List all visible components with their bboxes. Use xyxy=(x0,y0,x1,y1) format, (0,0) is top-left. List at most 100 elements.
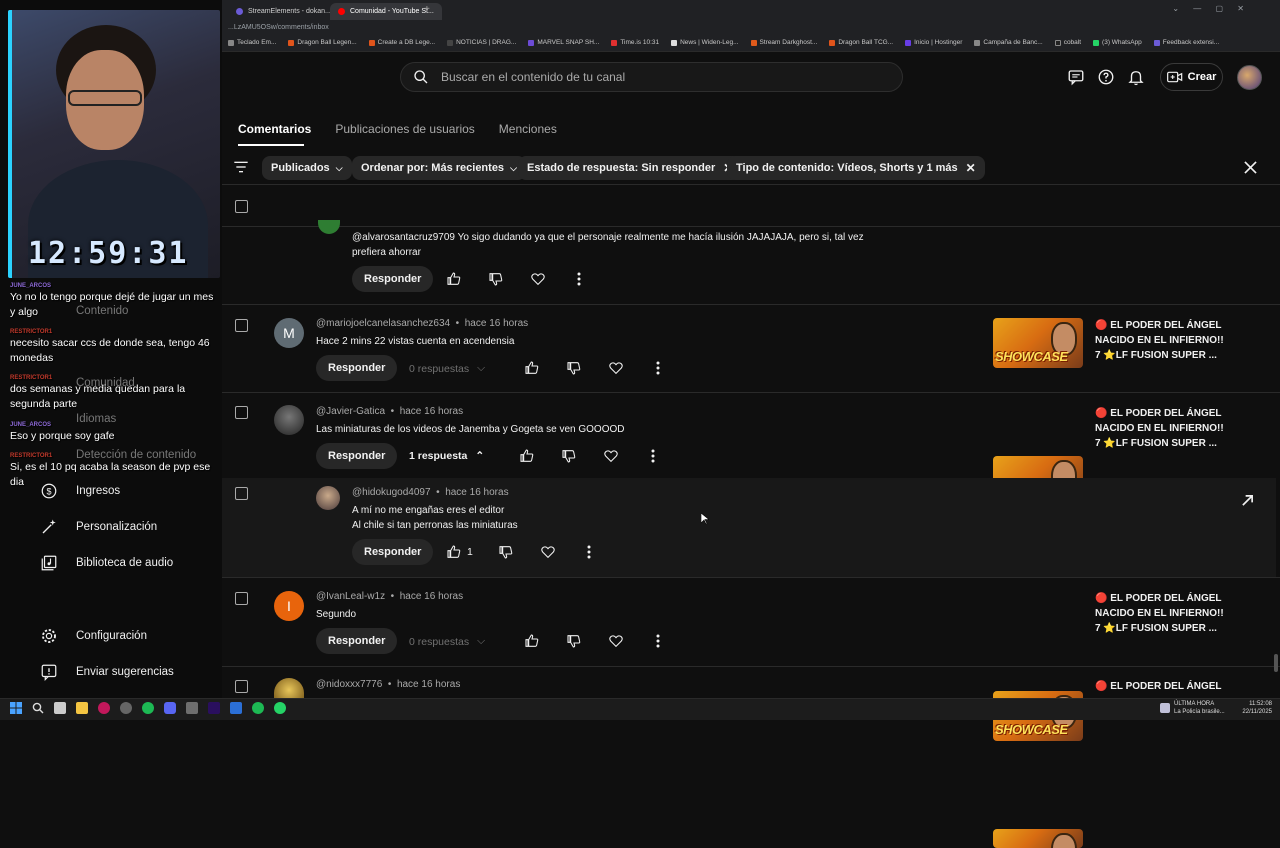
comment-checkbox[interactable] xyxy=(235,680,248,693)
scrollbar[interactable] xyxy=(1274,654,1278,672)
file-explorer-icon[interactable] xyxy=(76,702,88,714)
bookmark-item[interactable]: Stream Darkghost... xyxy=(750,39,817,46)
like-icon[interactable] xyxy=(446,544,462,560)
heart-icon[interactable] xyxy=(540,544,556,560)
bookmark-item[interactable]: Feedback extensi... xyxy=(1153,39,1219,46)
help-icon[interactable] xyxy=(1097,68,1115,86)
dislike-icon[interactable] xyxy=(498,544,514,560)
heart-icon[interactable] xyxy=(603,448,619,464)
like-icon[interactable] xyxy=(524,633,540,649)
close-icon[interactable]: ✕ xyxy=(966,161,976,175)
whatsapp-icon[interactable] xyxy=(274,702,286,714)
more-options-icon[interactable] xyxy=(650,449,656,463)
bookmark-item[interactable]: MARVEL SNAP SH... xyxy=(528,39,599,46)
comment-author[interactable]: @nidoxxx7776 xyxy=(316,679,382,690)
comment-checkbox[interactable] xyxy=(235,406,248,419)
obs-icon[interactable] xyxy=(120,702,132,714)
comment-checkbox[interactable] xyxy=(235,592,248,605)
comment-author[interactable]: @hidokugod4097 xyxy=(352,487,431,498)
bookmark-item[interactable]: Time.is 10:31 xyxy=(611,39,659,46)
video-thumbnail[interactable]: SHOWCASE xyxy=(993,318,1083,368)
video-title[interactable]: 🔴 EL PODER DEL ÁNGEL NACIDO EN EL INFIERN… xyxy=(1095,591,1225,636)
tab-comentarios[interactable]: Comentarios xyxy=(238,122,311,136)
sidebar-item-biblioteca-audio[interactable]: Biblioteca de audio xyxy=(40,554,173,572)
more-options-icon[interactable] xyxy=(655,361,661,375)
dislike-icon[interactable] xyxy=(488,271,504,287)
open-external-arrow-icon[interactable] xyxy=(1241,494,1254,507)
comment-author[interactable]: @IvanLeal-w1z xyxy=(316,591,385,602)
system-clock[interactable]: 11:52:08 22/11/2025 xyxy=(1238,700,1272,716)
bookmark-item[interactable]: NOTICIAS | DRAG... xyxy=(447,39,516,46)
windows-start-icon[interactable] xyxy=(10,702,22,714)
new-tab-button[interactable]: + xyxy=(424,4,430,15)
like-icon[interactable] xyxy=(446,271,462,287)
like-icon[interactable] xyxy=(519,448,535,464)
bookmark-item[interactable]: Dragon Ball Legen... xyxy=(288,39,357,46)
heart-icon[interactable] xyxy=(530,271,546,287)
like-icon[interactable] xyxy=(524,360,540,376)
reply-button[interactable]: Responder xyxy=(352,539,434,565)
discord-icon[interactable] xyxy=(164,702,176,714)
task-view-icon[interactable] xyxy=(54,702,66,714)
bookmark-item[interactable]: cobalt xyxy=(1054,39,1081,46)
replies-toggle[interactable]: 0 respuestas ⌵ xyxy=(409,362,485,375)
bookmark-item[interactable]: Teclado Em... xyxy=(228,39,276,46)
news-widget[interactable]: ÚLTIMA HORA La Policía brasile... xyxy=(1174,700,1225,716)
comment-author[interactable]: @mariojoelcanelasanchez634 xyxy=(316,318,450,329)
app-icon[interactable] xyxy=(186,702,198,714)
filter-chip-content-type[interactable]: Tipo de contenido: Vídeos, Shorts y 1 má… xyxy=(727,156,985,180)
filter-chip-publicados[interactable]: Publicados ⌵ xyxy=(262,156,352,180)
app-icon[interactable] xyxy=(230,702,242,714)
more-options-icon[interactable] xyxy=(576,272,582,286)
tab-publicaciones[interactable]: Publicaciones de usuarios xyxy=(335,122,474,136)
video-title[interactable]: 🔴 EL PODER DEL ÁNGEL xyxy=(1095,679,1225,694)
bookmark-item[interactable]: Dragon Ball TCG... xyxy=(829,39,893,46)
bookmark-item[interactable]: (3) WhatsApp xyxy=(1093,39,1142,46)
spotify-icon[interactable] xyxy=(142,702,154,714)
reply-button[interactable]: Responder xyxy=(352,266,434,292)
search-input[interactable]: Buscar en el contenido de tu canal xyxy=(400,62,903,92)
app-icon[interactable] xyxy=(252,702,264,714)
sidebar-item-ingresos[interactable]: $ Ingresos xyxy=(40,482,120,500)
clear-filters-close-icon[interactable] xyxy=(1244,161,1257,174)
tab-menciones[interactable]: Menciones xyxy=(499,122,557,136)
dislike-icon[interactable] xyxy=(566,633,582,649)
bell-icon[interactable] xyxy=(1127,68,1145,86)
filter-chip-sort[interactable]: Ordenar por: Más recientes ⌵ xyxy=(352,156,526,180)
address-bar[interactable]: ...LzAMU5OSw/comments/inbox xyxy=(222,22,1280,34)
message-icon[interactable] xyxy=(1067,68,1085,86)
bookmark-item[interactable]: News | Widen-Leg... xyxy=(671,39,739,46)
opera-icon[interactable] xyxy=(98,702,110,714)
dislike-icon[interactable] xyxy=(561,448,577,464)
select-all-checkbox[interactable] xyxy=(235,200,248,213)
replies-toggle[interactable]: 0 respuestas ⌵ xyxy=(409,635,485,648)
taskbar-search-icon[interactable] xyxy=(32,702,44,714)
bookmark-item[interactable]: Create a DB Lege... xyxy=(368,39,435,46)
video-thumbnail[interactable] xyxy=(993,829,1083,848)
premiere-icon[interactable] xyxy=(208,702,220,714)
comment-checkbox[interactable] xyxy=(235,487,248,500)
more-options-icon[interactable] xyxy=(586,545,592,559)
filter-icon[interactable] xyxy=(233,160,249,174)
reply-button[interactable]: Responder xyxy=(316,355,398,381)
sidebar-item-enviar-sugerencias[interactable]: Enviar sugerencias xyxy=(40,663,174,681)
replies-toggle[interactable]: 1 respuesta ⌃ xyxy=(409,450,484,462)
video-title[interactable]: 🔴 EL PODER DEL ÁNGEL NACIDO EN EL INFIERN… xyxy=(1095,318,1225,363)
channel-avatar[interactable] xyxy=(1237,65,1262,90)
browser-tab-streamelements[interactable]: StreamElements - dokan... xyxy=(228,3,339,20)
reply-button[interactable]: Responder xyxy=(316,443,398,469)
sidebar-item-personalizacion[interactable]: Personalización xyxy=(40,518,157,536)
dislike-icon[interactable] xyxy=(566,360,582,376)
heart-icon[interactable] xyxy=(608,633,624,649)
comment-checkbox[interactable] xyxy=(235,319,248,332)
comment-author[interactable]: @Javier-Gatica xyxy=(316,406,385,417)
filter-chip-reply-status[interactable]: Estado de respuesta: Sin responder✕ xyxy=(518,156,743,180)
create-button[interactable]: Crear xyxy=(1160,63,1223,91)
more-options-icon[interactable] xyxy=(655,634,661,648)
bookmark-item[interactable]: Inicio | Hostinger xyxy=(905,39,962,46)
sidebar-item-configuracion[interactable]: Configuración xyxy=(40,627,147,645)
bookmark-item[interactable]: Campaña de Banc... xyxy=(974,39,1043,46)
reply-button[interactable]: Responder xyxy=(316,628,398,654)
video-title[interactable]: 🔴 EL PODER DEL ÁNGEL NACIDO EN EL INFIERN… xyxy=(1095,406,1225,451)
heart-icon[interactable] xyxy=(608,360,624,376)
